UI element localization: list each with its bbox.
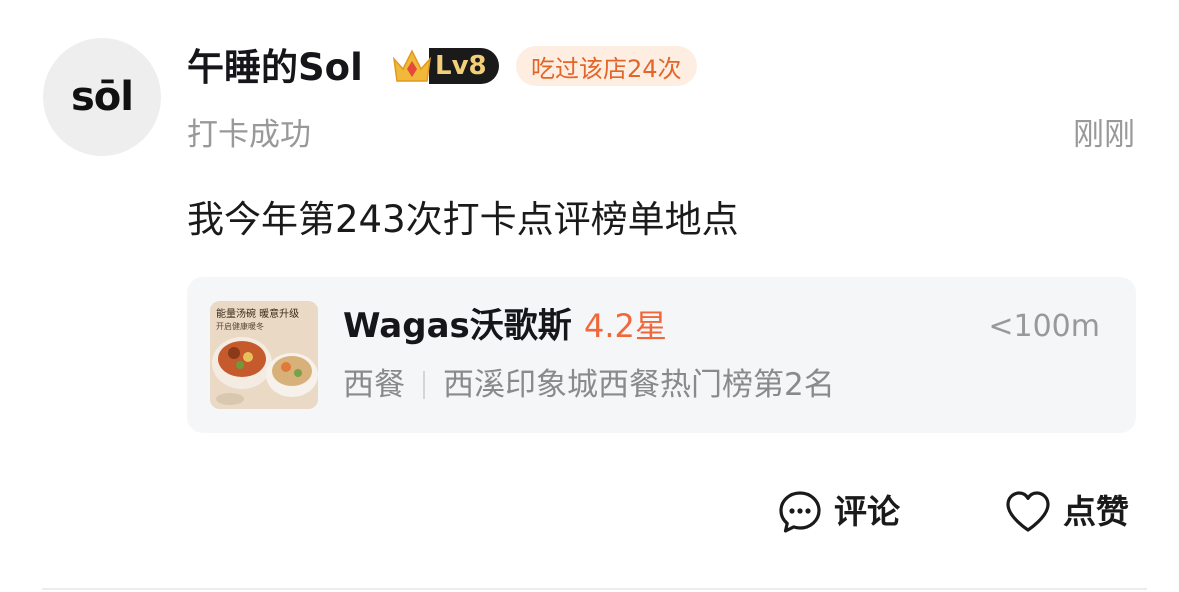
visit-count-badge: 吃过该店24次 xyxy=(516,46,697,86)
shop-thumbnail: 能量汤碗 暖意升级 开启健康暖冬 xyxy=(210,301,318,409)
comment-button[interactable]: 评论 xyxy=(776,486,900,538)
heart-icon xyxy=(1006,491,1050,532)
avatar[interactable]: sōl xyxy=(43,38,161,156)
shop-category: 西餐 xyxy=(343,367,405,403)
avatar-logo-text: sōl xyxy=(71,74,134,120)
shop-name: Wagas沃歌斯 xyxy=(343,306,572,346)
checkin-status: 打卡成功 xyxy=(187,117,311,153)
crown-icon xyxy=(392,49,432,82)
level-label: Lv8 xyxy=(429,48,499,84)
food-image: 能量汤碗 暖意升级 开启健康暖冬 xyxy=(210,301,318,409)
like-label: 点赞 xyxy=(1063,492,1129,531)
like-button[interactable]: 点赞 xyxy=(1003,486,1129,538)
post-text: 我今年第243次打卡点评榜单地点 xyxy=(187,198,739,241)
thumb-caption-1: 能量汤碗 暖意升级 xyxy=(216,307,299,320)
shop-rating: 4.2星 xyxy=(584,307,667,345)
comment-icon xyxy=(779,491,821,533)
thumb-caption-2: 开启健康暖冬 xyxy=(216,321,264,331)
shop-distance: <100m xyxy=(988,309,1100,344)
level-badge: Lv8 xyxy=(391,47,499,85)
avatar-logo: sōl xyxy=(71,74,134,120)
shop-card[interactable]: 能量汤碗 暖意升级 开启健康暖冬 Wagas沃歌斯 4.2星 <100m 西餐 … xyxy=(187,277,1136,433)
bottom-divider xyxy=(42,588,1147,590)
shop-meta: 西餐 西溪印象城西餐热门榜第2名 xyxy=(343,363,835,407)
shop-ranking: 西溪印象城西餐热门榜第2名 xyxy=(443,367,835,403)
username[interactable]: 午睡的Sol xyxy=(187,42,363,94)
post-time: 刚刚 xyxy=(1073,117,1135,153)
meta-divider xyxy=(423,371,425,399)
comment-label: 评论 xyxy=(834,492,900,531)
